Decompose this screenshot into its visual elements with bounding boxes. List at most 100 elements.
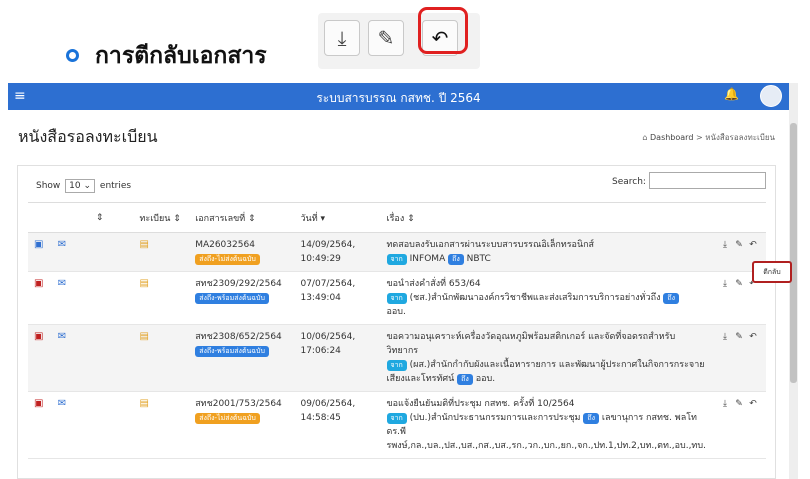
table-row[interactable]: ▣ ✉ ▤ สทช2309/292/2564 ส่งถึง-พร้อมส่งต้นฉบั… (28, 271, 766, 325)
doc-no[interactable]: MA26032564 (195, 238, 288, 252)
edit-icon[interactable]: ✎ (732, 330, 746, 344)
mail-icon: ✉ (57, 278, 67, 289)
doc-date: 09/06/2564, (300, 399, 356, 409)
status-badge: ส่งถึง-พร้อมส่งต้นฉบับ (195, 293, 269, 304)
col-doc-no[interactable]: เอกสารเลขที่ ⇕ (189, 202, 295, 233)
return-icon[interactable]: ↶ (746, 330, 760, 344)
download-icon[interactable]: ⤓ (718, 238, 732, 252)
doc-date: 07/07/2564, (300, 279, 356, 289)
doc-type-cell: ▣ (28, 232, 52, 272)
download-icon[interactable]: ⤓ (718, 330, 732, 344)
breadcrumb-home[interactable]: Dashboard (650, 133, 693, 142)
col-type[interactable] (28, 202, 52, 233)
dashboard-icon: ⌂ (642, 133, 648, 142)
col-register[interactable]: ทะเบียน ⇕ (133, 202, 190, 233)
doc-routing: จาก (ปบ.)สำนักประธานกรรมการและการประชุม … (386, 411, 707, 439)
doc-time: 14:58:45 (300, 413, 341, 423)
status-badge: ส่งถึง-ไม่ส่งต้นฉบับ (195, 413, 260, 424)
table-row[interactable]: ▣ ✉ ▤ MA26032564 ส่งถึง-ไม่ส่งต้นฉบับ 14/09/2… (28, 232, 766, 272)
doc-routing: จาก (ผส.)สำนักกำกับผังและเนื้อหารายการ แ… (386, 358, 707, 386)
to-badge: ถึง (663, 293, 680, 304)
search-input[interactable] (649, 172, 766, 189)
doc-from: (ชส.)สำนักพัฒนาองค์กรวิชาชีพและส่งเสริมก… (409, 293, 661, 303)
subject-cell: ทดสอบลงรับเอกสารผ่านระบบสารบรรณอิเล็กทรอ… (380, 232, 712, 272)
doc-no[interactable]: สทช2308/652/2564 (195, 330, 288, 344)
return-tooltip: ตีกลับ (752, 261, 792, 283)
read-status-cell: ✉ (51, 391, 90, 459)
spacer-cell (89, 391, 134, 459)
doc-to: ออบ. (475, 374, 496, 384)
to-badge: ถึง (448, 254, 464, 265)
doc-date: 14/09/2564, (300, 240, 356, 250)
edit-icon: ✎ (368, 20, 404, 56)
spacer-cell (89, 271, 134, 325)
section-heading: การตีกลับเอกสาร (95, 43, 267, 69)
read-status-cell: ✉ (51, 324, 90, 392)
doc-subject[interactable]: ขอแจ้งยืนยันมติที่ประชุม กสทช. ครั้งที่ … (387, 397, 707, 411)
from-badge: จาก (386, 293, 407, 304)
register-cell: ▤ (133, 271, 190, 325)
table-row[interactable]: ▣ ✉ ▤ สทช2308/652/2564 ส่งถึง-พร้อมส่งต้นฉบั… (28, 324, 766, 392)
date-cell: 07/07/2564, 13:49:04 (294, 271, 381, 325)
bell-icon[interactable]: 🔔 (724, 87, 739, 101)
doc-type-icon: ▣ (34, 278, 44, 289)
edit-icon[interactable]: ✎ (732, 397, 746, 411)
doc-routing-more: รพงษ์,กล.,บล.,ปส.,บส.,กส.,บส.,รก.,วก.,บก… (386, 441, 706, 451)
col-subject[interactable]: เรื่อง ⇕ (380, 202, 712, 233)
table-row[interactable]: ▣ ✉ ▤ สทช2001/753/2564 ส่งถึง-ไม่ส่งต้นฉบับ 0… (28, 391, 766, 459)
doc-from: (ปบ.)สำนักประธานกรรมการและการประชุม (409, 413, 581, 423)
doc-time: 13:49:04 (300, 293, 341, 303)
return-icon[interactable]: ↶ (746, 397, 760, 411)
doc-routing: จาก (ชส.)สำนักพัฒนาองค์กรวิชาชีพและส่งเส… (386, 291, 707, 305)
doc-time: 10:49:29 (300, 254, 341, 264)
entries-value: 10 (69, 181, 81, 191)
doc-type-icon: ▣ (34, 398, 44, 409)
scrollbar-thumb[interactable] (790, 123, 797, 383)
subject-cell: ขอนำส่งคำสั่งที่ 653/64 จาก (ชส.)สำนักพัฒ… (380, 271, 712, 325)
doc-subject[interactable]: ทดสอบลงรับเอกสารผ่านระบบสารบรรณอิเล็กทรอ… (387, 238, 707, 252)
mail-icon: ✉ (57, 239, 67, 250)
register-cell: ▤ (133, 391, 190, 459)
from-badge: จาก (386, 360, 407, 371)
attachment-icon[interactable]: ▤ (139, 398, 148, 409)
app-title: ระบบสารบรรณ กสทช. ปี 2564 (316, 91, 481, 105)
read-status-cell: ✉ (51, 232, 90, 272)
download-icon[interactable]: ⤓ (718, 397, 732, 411)
col-read[interactable] (51, 202, 90, 233)
col-sort[interactable]: ⇕ (89, 202, 134, 233)
doc-subject[interactable]: ขอความอนุเคราะห์เครื่องวัดอุณหภูมิพร้อมส… (387, 330, 707, 358)
col-date[interactable]: วันที่ ▾ (294, 202, 381, 233)
doc-type-cell: ▣ (28, 271, 52, 325)
attachment-icon[interactable]: ▤ (139, 278, 148, 289)
download-icon[interactable]: ⤓ (718, 277, 732, 291)
doc-from: INFOMA (409, 254, 446, 264)
doc-routing-more: ออบ. (386, 307, 406, 317)
avatar[interactable] (760, 85, 782, 107)
register-cell: ▤ (133, 232, 190, 272)
doc-from: (ผส.)สำนักกำกับผังและเนื้อหารายการ และพั… (386, 360, 705, 384)
date-cell: 14/09/2564, 10:49:29 (294, 232, 381, 272)
doc-type-icon: ▣ (34, 239, 44, 250)
doc-no[interactable]: สทช2001/753/2564 (195, 397, 288, 411)
app-window: ≡ ระบบสารบรรณ กสทช. ปี 2564 🔔 หนังสือรอล… (8, 83, 798, 479)
status-badge: ส่งถึง-พร้อมส่งต้นฉบับ (195, 346, 269, 357)
spacer-cell (89, 324, 134, 392)
entries-select[interactable]: 10 ⌄ (65, 179, 96, 193)
search-label: Search: (612, 177, 646, 187)
mail-icon: ✉ (57, 331, 67, 342)
col-actions (712, 202, 766, 233)
show-label: Show (36, 181, 61, 191)
return-icon[interactable]: ↶ (746, 238, 760, 252)
doc-no[interactable]: สทช2309/292/2564 (195, 277, 288, 291)
doc-subject[interactable]: ขอนำส่งคำสั่งที่ 653/64 (387, 277, 707, 291)
doc-no-cell: สทช2309/292/2564 ส่งถึง-พร้อมส่งต้นฉบับ (189, 271, 295, 325)
doc-time: 17:06:24 (300, 346, 341, 356)
table-header: ⇕ ทะเบียน ⇕ เอกสารเลขที่ ⇕ วันที่ ▾ เรื่… (28, 202, 766, 233)
doc-type-icon: ▣ (34, 331, 44, 342)
attachment-icon[interactable]: ▤ (139, 331, 148, 342)
doc-type-cell: ▣ (28, 324, 52, 392)
attachment-icon[interactable]: ▤ (139, 239, 148, 250)
page-title: หนังสือรอลงทะเบียน (18, 127, 158, 146)
edit-icon[interactable]: ✎ (732, 238, 746, 252)
edit-icon[interactable]: ✎ (732, 277, 746, 291)
